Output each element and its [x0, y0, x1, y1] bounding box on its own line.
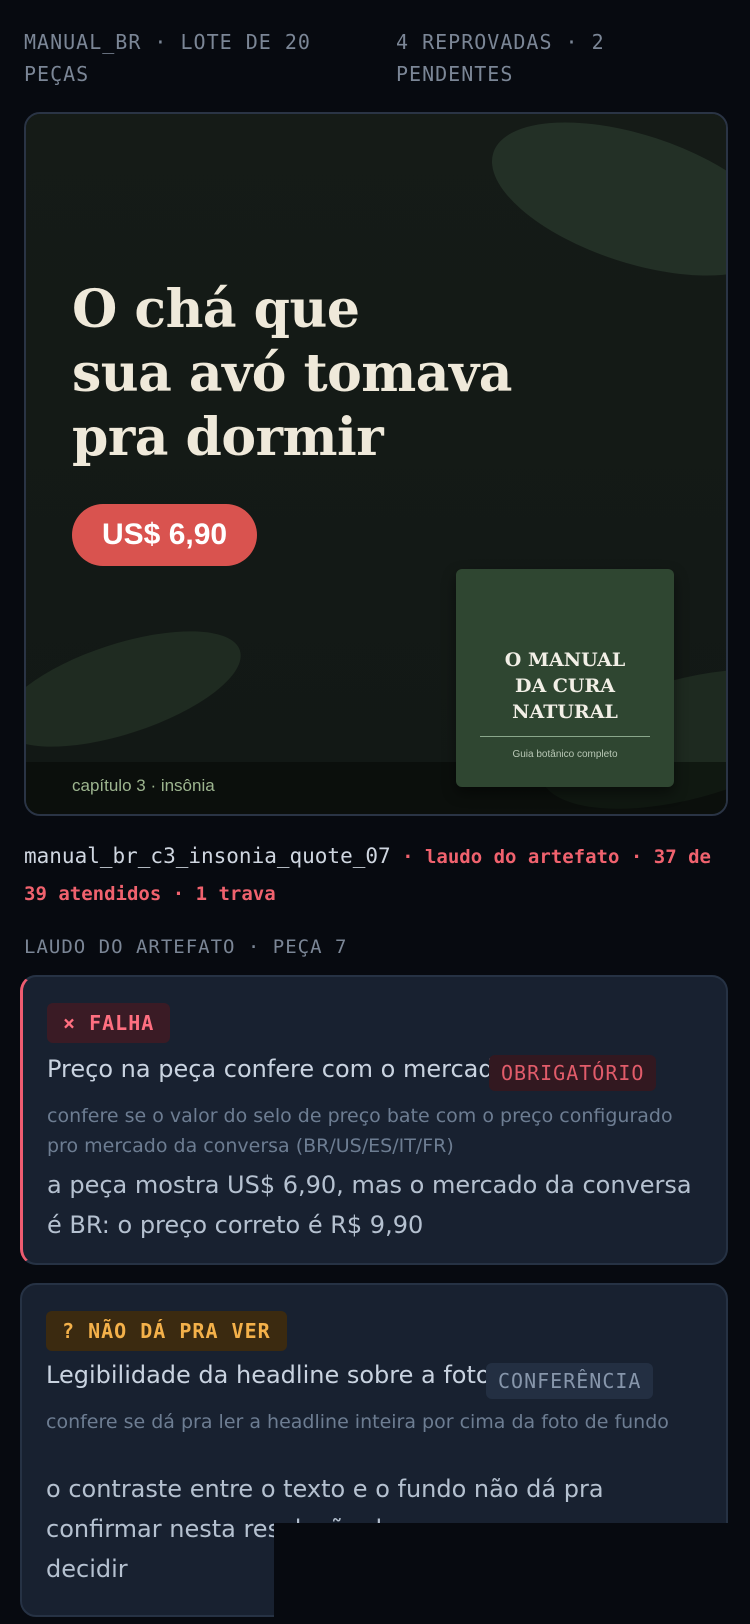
preview-headline: O chá que sua avó tomava pra dormir [72, 279, 512, 468]
check-description: confere se o valor do selo de preço bate… [47, 1105, 673, 1157]
book-title: O MANUAL DA CURA NATURAL [504, 649, 626, 723]
check-title: Preço na peça confere com o mercado [47, 1055, 509, 1083]
book-cover: O MANUAL DA CURA NATURAL Guia botânico c… [456, 569, 674, 787]
check-description: confere se dá pra ler a headline inteira… [46, 1411, 669, 1433]
artifact-summary: manual_br_c3_insonia_quote_07 · laudo do… [24, 838, 724, 912]
batch-header: MANUAL_BR · LOTE DE 20 PEÇAS 4 REPROVADA… [24, 26, 724, 86]
occluding-overlay [274, 1523, 750, 1624]
section-label: LAUDO DO ARTEFATO · PEÇA 7 [24, 936, 348, 958]
check-result-tail: decidir [46, 1555, 128, 1583]
check-tag: CONFERÊNCIA [486, 1363, 654, 1399]
batch-status: 4 REPROVADAS · 2 PENDENTES [396, 30, 605, 86]
status-badge-unknown: ? NÃO DÁ PRA VER [46, 1311, 287, 1351]
batch-info: MANUAL_BR · LOTE DE 20 PEÇAS [24, 30, 311, 86]
chapter-label: capítulo 3 · insônia [72, 776, 215, 795]
mandatory-tag: OBRIGATÓRIO [489, 1055, 657, 1091]
check-title: Legibilidade da headline sobre a foto [46, 1361, 491, 1389]
check-card-price[interactable]: × FALHA Preço na peça confere com o merc… [20, 975, 728, 1265]
check-result: a peça mostra US$ 6,90, mas o mercado da… [47, 1171, 692, 1239]
price-badge: US$ 6,90 [72, 504, 258, 566]
book-divider [480, 736, 650, 737]
artifact-preview[interactable]: O chá que sua avó tomava pra dormir US$ … [24, 112, 728, 816]
status-badge-fail: × FALHA [47, 1003, 171, 1043]
book-subtitle: Guia botânico completo [512, 749, 618, 760]
artifact-filename[interactable]: manual_br_c3_insonia_quote_07 [24, 844, 391, 868]
